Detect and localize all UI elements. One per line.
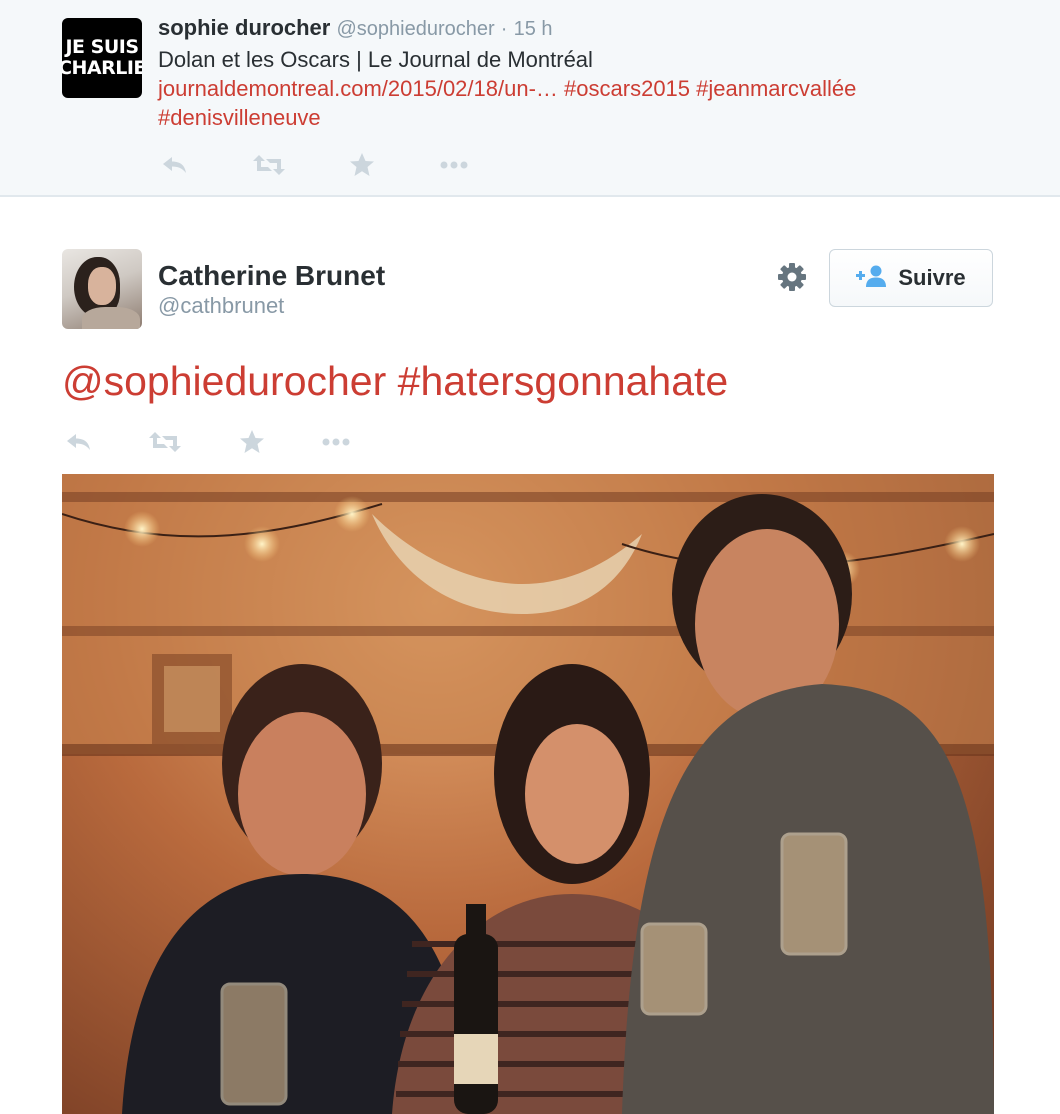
parent-author-name[interactable]: sophie durocher	[158, 15, 330, 40]
retweet-icon[interactable]	[252, 151, 286, 179]
main-tweet-text: @sophiedurocher #hatersgonnahate	[62, 358, 728, 405]
main-author-handle[interactable]: @cathbrunet	[158, 293, 284, 319]
gear-icon[interactable]	[775, 260, 809, 294]
parent-tweet-text: Dolan et les Oscars | Le Journal de Mont…	[158, 45, 1018, 132]
favorite-star-icon[interactable]	[348, 151, 382, 179]
parent-separator: ·	[500, 18, 508, 40]
parent-url-link[interactable]: journaldemontreal.com/2015/02/18/un-…	[158, 76, 558, 101]
reply-icon[interactable]	[64, 428, 98, 456]
parent-timestamp[interactable]: 15 h	[514, 18, 553, 40]
follow-label: Suivre	[898, 265, 966, 290]
hashtag-link[interactable]: #denisvilleneuve	[158, 105, 321, 130]
parent-author-handle[interactable]: @sophiedurocher	[336, 18, 494, 40]
main-author-name[interactable]: Catherine Brunet	[158, 260, 385, 292]
hashtag-link[interactable]: #jeanmarcvallée	[696, 76, 856, 101]
parent-text-line: Dolan et les Oscars | Le Journal de Mont…	[158, 47, 593, 72]
avatar-shoulder	[82, 307, 140, 329]
hashtag-link[interactable]: #hatersgonnahate	[398, 358, 729, 404]
hashtag-link[interactable]: #oscars2015	[564, 76, 690, 101]
parent-action-bar	[160, 151, 480, 179]
favorite-star-icon[interactable]	[238, 428, 272, 456]
reply-icon[interactable]	[160, 151, 194, 179]
follow-user-icon	[856, 264, 888, 293]
avatar-text-line2: CHARLIE	[62, 57, 142, 79]
main-avatar[interactable]	[62, 249, 142, 329]
avatar-face	[88, 267, 116, 305]
main-action-bar	[64, 428, 384, 456]
mention-link[interactable]: @sophiedurocher	[62, 358, 386, 404]
avatar-text-line1: JE SUIS	[65, 36, 139, 58]
retweet-icon[interactable]	[148, 428, 182, 456]
parent-tweet[interactable]: JE SUIS CHARLIE sophie durocher @sophied…	[0, 0, 1060, 197]
parent-avatar[interactable]: JE SUIS CHARLIE	[62, 18, 142, 98]
tweet-photo[interactable]	[62, 474, 994, 1114]
more-dots-icon[interactable]	[438, 151, 472, 179]
parent-header: sophie durocher @sophiedurocher · 15 h	[158, 15, 553, 41]
more-dots-icon[interactable]	[320, 428, 354, 456]
follow-button[interactable]: Suivre	[829, 249, 993, 307]
